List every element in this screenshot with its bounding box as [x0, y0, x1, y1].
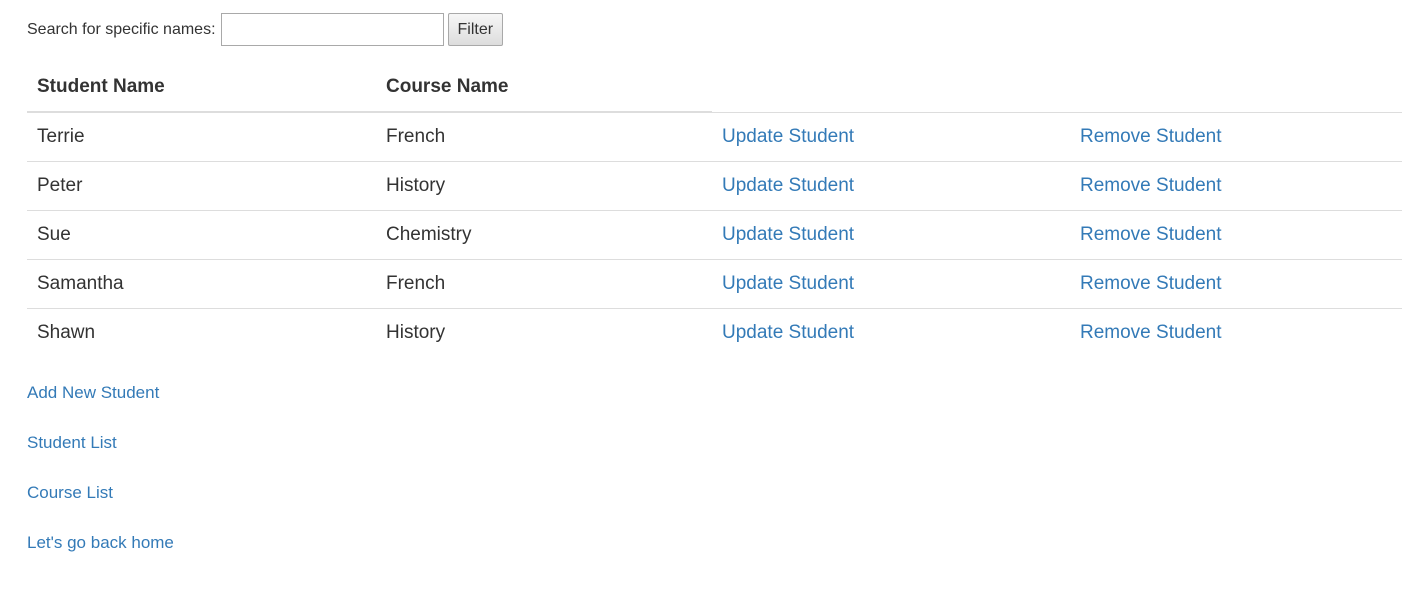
update-student-link[interactable]: Update Student	[722, 273, 854, 294]
table-row: Terrie French Update Student Remove Stud…	[27, 112, 1402, 161]
course-name-cell: French	[376, 258, 712, 308]
search-input[interactable]	[220, 13, 444, 46]
remove-student-link[interactable]: Remove Student	[1080, 126, 1222, 147]
course-name-cell: History	[376, 307, 712, 357]
filter-button[interactable]: Filter	[447, 13, 504, 46]
nav-links: Add New Student Student List Course List…	[27, 383, 174, 583]
table-row: Samantha French Update Student Remove St…	[27, 258, 1402, 308]
add-new-student-link[interactable]: Add New Student	[27, 383, 174, 433]
student-name-cell: Terrie	[37, 125, 85, 147]
update-student-link[interactable]: Update Student	[722, 322, 854, 343]
header-remove	[1070, 62, 1402, 113]
update-student-link[interactable]: Update Student	[722, 175, 854, 196]
update-student-link[interactable]: Update Student	[722, 126, 854, 147]
students-table: Student Name Course Name Terrie French U…	[27, 62, 1402, 357]
course-name-cell: History	[376, 160, 712, 210]
student-name-cell: Sue	[27, 209, 376, 259]
course-name-cell: French	[386, 125, 446, 147]
course-name-cell: Chemistry	[376, 209, 712, 259]
remove-student-link[interactable]: Remove Student	[1080, 175, 1222, 196]
header-update	[712, 62, 1070, 113]
remove-student-link[interactable]: Remove Student	[1080, 224, 1222, 245]
remove-student-link[interactable]: Remove Student	[1080, 273, 1222, 294]
student-name-cell: Peter	[27, 160, 376, 210]
table-header-row: Student Name Course Name	[27, 62, 1402, 113]
header-student-name: Student Name	[27, 62, 376, 113]
filter-label: Search for specific names:	[27, 20, 216, 38]
page: Search for specific names: Filter Studen…	[0, 0, 1402, 592]
header-course-name: Course Name	[376, 62, 712, 113]
course-list-link[interactable]: Course List	[27, 483, 174, 533]
table-row: Shawn History Update Student Remove Stud…	[27, 307, 1402, 357]
table-row: Sue Chemistry Update Student Remove Stud…	[27, 209, 1402, 259]
remove-student-link[interactable]: Remove Student	[1080, 322, 1222, 343]
back-home-link[interactable]: Let's go back home	[27, 533, 174, 583]
student-list-link[interactable]: Student List	[27, 433, 174, 483]
student-name-cell: Samantha	[27, 258, 376, 308]
student-name-cell: Shawn	[27, 307, 376, 357]
table-row: Peter History Update Student Remove Stud…	[27, 160, 1402, 210]
filter-form: Search for specific names: Filter	[27, 13, 504, 46]
update-student-link[interactable]: Update Student	[722, 224, 854, 245]
